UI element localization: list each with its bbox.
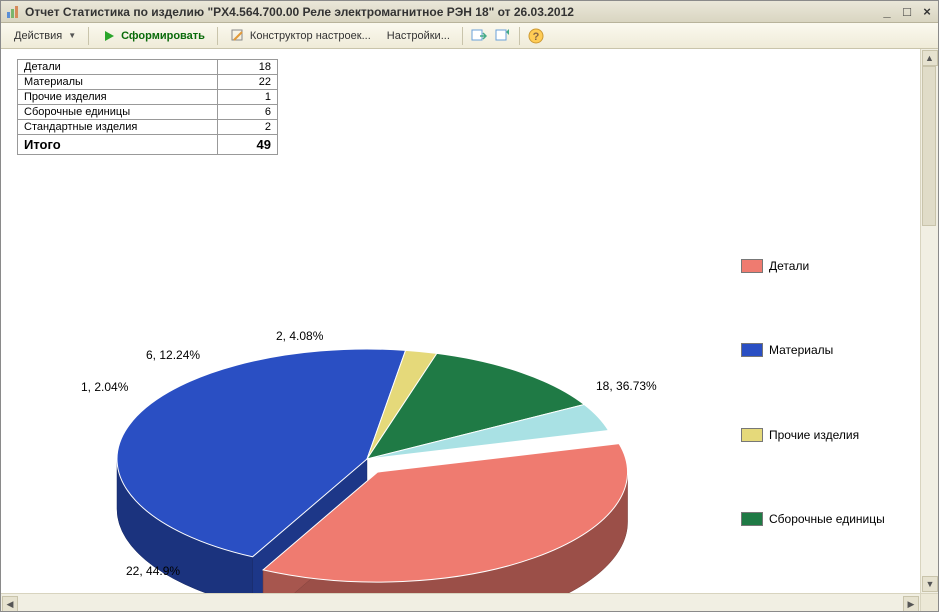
legend-item: Сборочные единицы [741, 512, 901, 526]
scroll-area: Детали18 Материалы22 Прочие изделия1 Сбо… [1, 49, 938, 611]
data-label: 6, 12.24% [146, 348, 200, 362]
report-page: Детали18 Материалы22 Прочие изделия1 Сбо… [1, 49, 920, 593]
play-icon [101, 28, 117, 44]
table-row: Сборочные единицы6 [18, 105, 278, 120]
form-report-button[interactable]: Сформировать [94, 26, 212, 46]
legend-label: Прочие изделия [769, 428, 859, 442]
table-row: Стандартные изделия2 [18, 120, 278, 135]
actions-label: Действия [14, 30, 62, 42]
content-area: Детали18 Материалы22 Прочие изделия1 Сбо… [1, 49, 938, 611]
cell-label: Детали [18, 60, 218, 75]
table-row: Прочие изделия1 [18, 90, 278, 105]
table-row: Детали18 [18, 60, 278, 75]
total-label: Итого [18, 135, 218, 155]
table-row: Материалы22 [18, 75, 278, 90]
minimize-button[interactable]: _ [880, 5, 894, 19]
report-chart-icon [5, 4, 21, 20]
data-label: 18, 36.73% [596, 379, 657, 393]
table-total-row: Итого49 [18, 135, 278, 155]
legend-label: Материалы [769, 343, 833, 357]
constructor-label: Конструктор настроек... [250, 30, 371, 42]
actions-menu[interactable]: Действия ▼ [7, 26, 83, 46]
cell-label: Сборочные единицы [18, 105, 218, 120]
cell-value: 1 [218, 90, 278, 105]
cell-value: 18 [218, 60, 278, 75]
export-icon-button[interactable] [468, 26, 490, 46]
settings-constructor-button[interactable]: Конструктор настроек... [223, 26, 378, 46]
horizontal-scrollbar[interactable]: ◀ ▶ [1, 593, 920, 611]
table-refresh-icon [495, 28, 511, 44]
cell-label: Стандартные изделия [18, 120, 218, 135]
legend-label: Сборочные единицы [769, 512, 885, 526]
total-value: 49 [218, 135, 278, 155]
legend-swatch [741, 428, 763, 442]
table-export-icon [471, 28, 487, 44]
cell-value: 6 [218, 105, 278, 120]
toolbar-separator [519, 27, 520, 45]
toolbar-separator [462, 27, 463, 45]
wand-icon [230, 28, 246, 44]
legend-swatch [741, 343, 763, 357]
data-label: 2, 4.08% [276, 329, 323, 343]
titlebar: Отчет Статистика по изделию "PX4.564.700… [1, 1, 938, 23]
form-label: Сформировать [121, 30, 205, 42]
legend-swatch [741, 259, 763, 273]
window-controls: _ □ × [880, 5, 934, 19]
cell-value: 2 [218, 120, 278, 135]
cell-label: Материалы [18, 75, 218, 90]
legend-label: Детали [769, 259, 809, 273]
data-label: 1, 2.04% [81, 380, 128, 394]
close-button[interactable]: × [920, 5, 934, 19]
legend-item: Материалы [741, 343, 901, 357]
help-icon: ? [528, 28, 544, 44]
help-button[interactable]: ? [525, 26, 547, 46]
summary-table: Детали18 Материалы22 Прочие изделия1 Сбо… [17, 59, 278, 155]
cell-label: Прочие изделия [18, 90, 218, 105]
legend-item: Прочие изделия [741, 428, 901, 442]
scroll-left-arrow-icon[interactable]: ◀ [2, 596, 18, 611]
svg-text:?: ? [533, 31, 540, 43]
scrollbar-corner [920, 593, 938, 611]
maximize-button[interactable]: □ [900, 5, 914, 19]
scrollbar-thumb[interactable] [922, 66, 936, 226]
legend-swatch [741, 512, 763, 526]
legend-item: Детали [741, 259, 901, 273]
cell-value: 22 [218, 75, 278, 90]
toolbar-separator [217, 27, 218, 45]
scroll-down-arrow-icon[interactable]: ▼ [922, 576, 938, 592]
vertical-scrollbar[interactable]: ▲ ▼ [920, 49, 938, 593]
pie-chart-svg [17, 249, 717, 611]
chevron-down-icon: ▼ [68, 31, 76, 40]
data-label: 22, 44.9% [126, 564, 180, 578]
toolbar-separator [88, 27, 89, 45]
report-window: Отчет Статистика по изделию "PX4.564.700… [0, 0, 939, 612]
refresh-icon-button[interactable] [492, 26, 514, 46]
scroll-right-arrow-icon[interactable]: ▶ [903, 596, 919, 611]
window-title: Отчет Статистика по изделию "PX4.564.700… [25, 5, 880, 19]
scroll-up-arrow-icon[interactable]: ▲ [922, 50, 938, 66]
toolbar: Действия ▼ Сформировать Конструктор наст… [1, 23, 938, 49]
chart-legend: Детали Материалы Прочие изделия Сборочны… [741, 259, 901, 527]
settings-label: Настройки... [387, 30, 450, 42]
settings-button[interactable]: Настройки... [380, 26, 457, 46]
